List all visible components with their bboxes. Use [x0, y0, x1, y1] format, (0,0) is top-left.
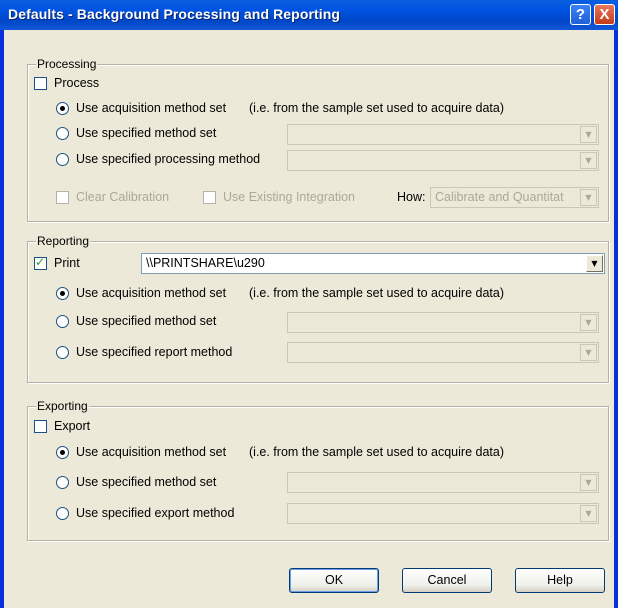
chevron-down-icon: ▼	[580, 474, 597, 491]
window-border-left	[0, 30, 4, 608]
reporting-group-label: Reporting	[36, 234, 91, 248]
chevron-down-icon: ▼	[580, 344, 597, 361]
exporting-radio-export-method[interactable]	[56, 507, 69, 520]
clear-calibration-label: Clear Calibration	[76, 190, 170, 204]
how-combo-value: Calibrate and Quantitat	[435, 190, 564, 204]
title-bar[interactable]: Defaults - Background Processing and Rep…	[0, 0, 618, 30]
chevron-down-icon: ▼	[580, 152, 597, 169]
close-button[interactable]: X	[594, 4, 615, 25]
how-combo[interactable]: Calibrate and Quantitat ▼	[430, 187, 599, 208]
process-checkbox-label: Process	[54, 76, 100, 90]
use-existing-integration-label: Use Existing Integration	[223, 190, 356, 204]
reporting-radio-method-set-label: Use specified method set	[76, 314, 217, 328]
reporting-radio-report-method[interactable]	[56, 346, 69, 359]
help-button[interactable]: Help	[515, 568, 605, 593]
exporting-radio-method-set[interactable]	[56, 476, 69, 489]
processing-radio-processing-method[interactable]	[56, 153, 69, 166]
print-checkbox[interactable]	[34, 255, 47, 270]
close-icon: X	[599, 6, 610, 23]
exporting-radio-acquisition-hint: (i.e. from the sample set used to acquir…	[249, 445, 504, 459]
cancel-button[interactable]: Cancel	[402, 568, 492, 593]
report-method-combo[interactable]: ▼	[287, 342, 599, 363]
clear-calibration-checkbox[interactable]	[56, 191, 69, 204]
question-icon: ?	[575, 6, 586, 23]
dialog-window: Defaults - Background Processing and Rep…	[0, 0, 618, 608]
printer-combo-value: \\PRINTSHARE\u290	[146, 256, 265, 270]
export-checkbox-label: Export	[54, 419, 91, 433]
print-checkbox-label: Print	[54, 256, 80, 270]
processing-radio-processing-method-label: Use specified processing method	[76, 152, 261, 166]
window-title: Defaults - Background Processing and Rep…	[8, 6, 341, 22]
processing-radio-acquisition-label: Use acquisition method set	[76, 101, 227, 115]
how-label: How:	[397, 190, 426, 204]
processing-radio-method-set-label: Use specified method set	[76, 126, 217, 140]
processing-group-label: Processing	[36, 57, 98, 71]
ok-button[interactable]: OK	[289, 568, 379, 593]
process-checkbox[interactable]	[34, 77, 47, 90]
use-existing-integration-checkbox[interactable]	[203, 191, 216, 204]
exporting-radio-export-method-label: Use specified export method	[76, 506, 235, 520]
exporting-method-set-combo[interactable]: ▼	[287, 472, 599, 493]
chevron-down-icon: ▼	[580, 314, 597, 331]
printer-combo[interactable]: \\PRINTSHARE\u290 ▼	[141, 253, 605, 274]
processing-method-set-combo[interactable]: ▼	[287, 124, 599, 145]
reporting-radio-method-set[interactable]	[56, 315, 69, 328]
exporting-radio-method-set-label: Use specified method set	[76, 475, 217, 489]
help-title-button[interactable]: ?	[570, 4, 591, 25]
reporting-radio-acquisition-hint: (i.e. from the sample set used to acquir…	[249, 286, 504, 300]
reporting-method-set-combo[interactable]: ▼	[287, 312, 599, 333]
reporting-radio-acquisition-label: Use acquisition method set	[76, 286, 227, 300]
processing-method-combo[interactable]: ▼	[287, 150, 599, 171]
chevron-down-icon: ▼	[580, 505, 597, 522]
export-checkbox[interactable]	[34, 420, 47, 433]
chevron-down-icon: ▼	[580, 189, 597, 206]
processing-radio-method-set[interactable]	[56, 127, 69, 140]
chevron-down-icon: ▼	[580, 126, 597, 143]
exporting-radio-acquisition[interactable]	[56, 446, 69, 459]
processing-radio-acquisition[interactable]	[56, 102, 69, 115]
chevron-down-icon: ▼	[586, 255, 603, 272]
reporting-radio-report-method-label: Use specified report method	[76, 345, 233, 359]
reporting-radio-acquisition[interactable]	[56, 287, 69, 300]
window-border-right	[614, 30, 618, 608]
exporting-group-label: Exporting	[36, 399, 89, 413]
exporting-radio-acquisition-label: Use acquisition method set	[76, 445, 227, 459]
export-method-combo[interactable]: ▼	[287, 503, 599, 524]
processing-radio-acquisition-hint: (i.e. from the sample set used to acquir…	[249, 101, 504, 115]
